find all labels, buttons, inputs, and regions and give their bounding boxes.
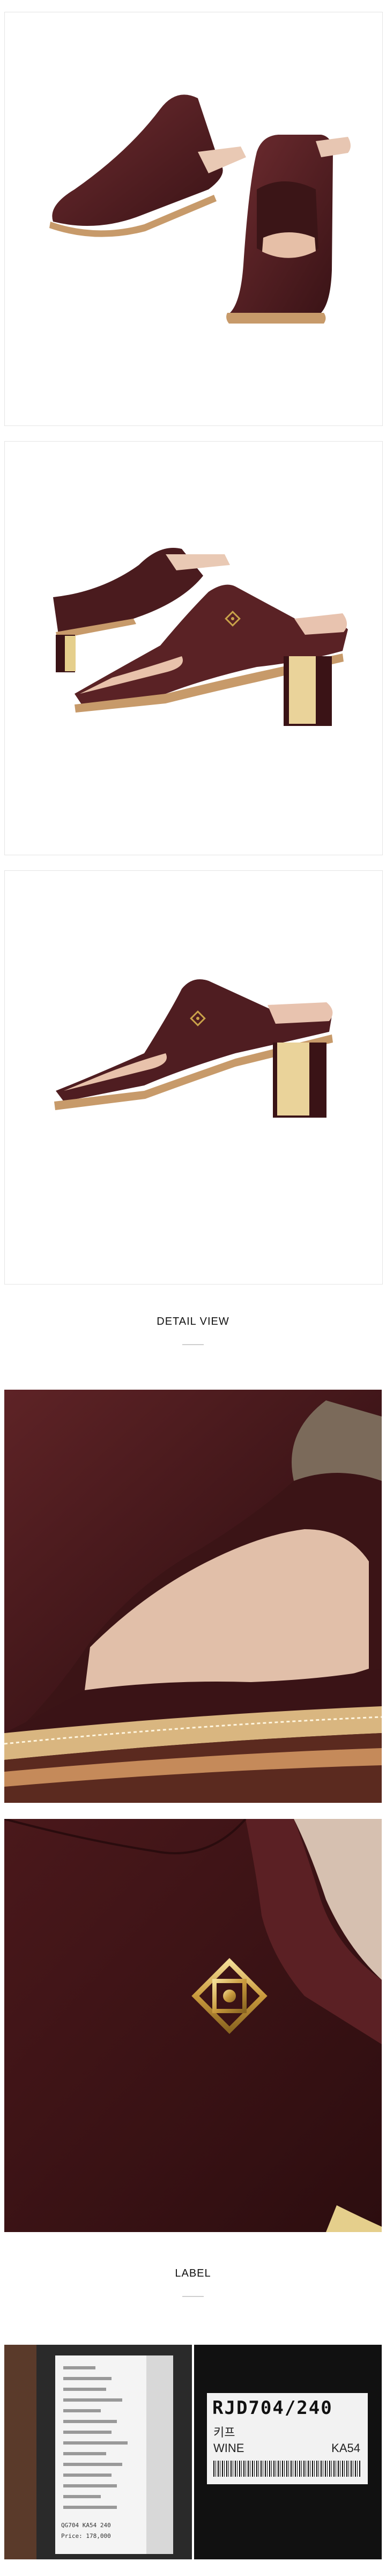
label-barcode: [213, 2461, 361, 2477]
label-code: KA54: [331, 2441, 360, 2455]
hangtag-price-line: Price: 178,000: [61, 2533, 111, 2540]
mule-single-image: [54, 979, 333, 1118]
label-material: 키프: [213, 2426, 235, 2440]
product-photo-side: [4, 441, 383, 855]
label-heading: LABEL: [175, 2267, 211, 2279]
label-divider: [182, 2296, 204, 2297]
detail-photo-toe: [4, 1390, 382, 1803]
label-color: WINE: [213, 2441, 244, 2455]
detail-view-heading: DETAIL VIEW: [157, 1316, 229, 1327]
product-photo-pair: [4, 12, 383, 426]
product-photo-single: [4, 870, 383, 1285]
label-model-code: RJD704/240: [212, 2397, 333, 2419]
label-photo-inner: RJD704/240 키프 WINE KA54: [194, 2345, 382, 2559]
hangtag-style-line: QG704 KA54 240: [61, 2522, 111, 2529]
detail-view-divider: [182, 1344, 204, 1345]
ornament-closeup-image: [4, 1819, 382, 2232]
toe-closeup-image: [4, 1390, 382, 1803]
inner-label-card: RJD704/240 키프 WINE KA54: [207, 2393, 368, 2484]
mule-side-image: [53, 548, 348, 726]
label-photo-hangtag: QG704 KA54 240 Price: 178,000: [4, 2345, 192, 2559]
mule-pair-image: [49, 94, 351, 324]
detail-photo-ornament: [4, 1819, 382, 2232]
